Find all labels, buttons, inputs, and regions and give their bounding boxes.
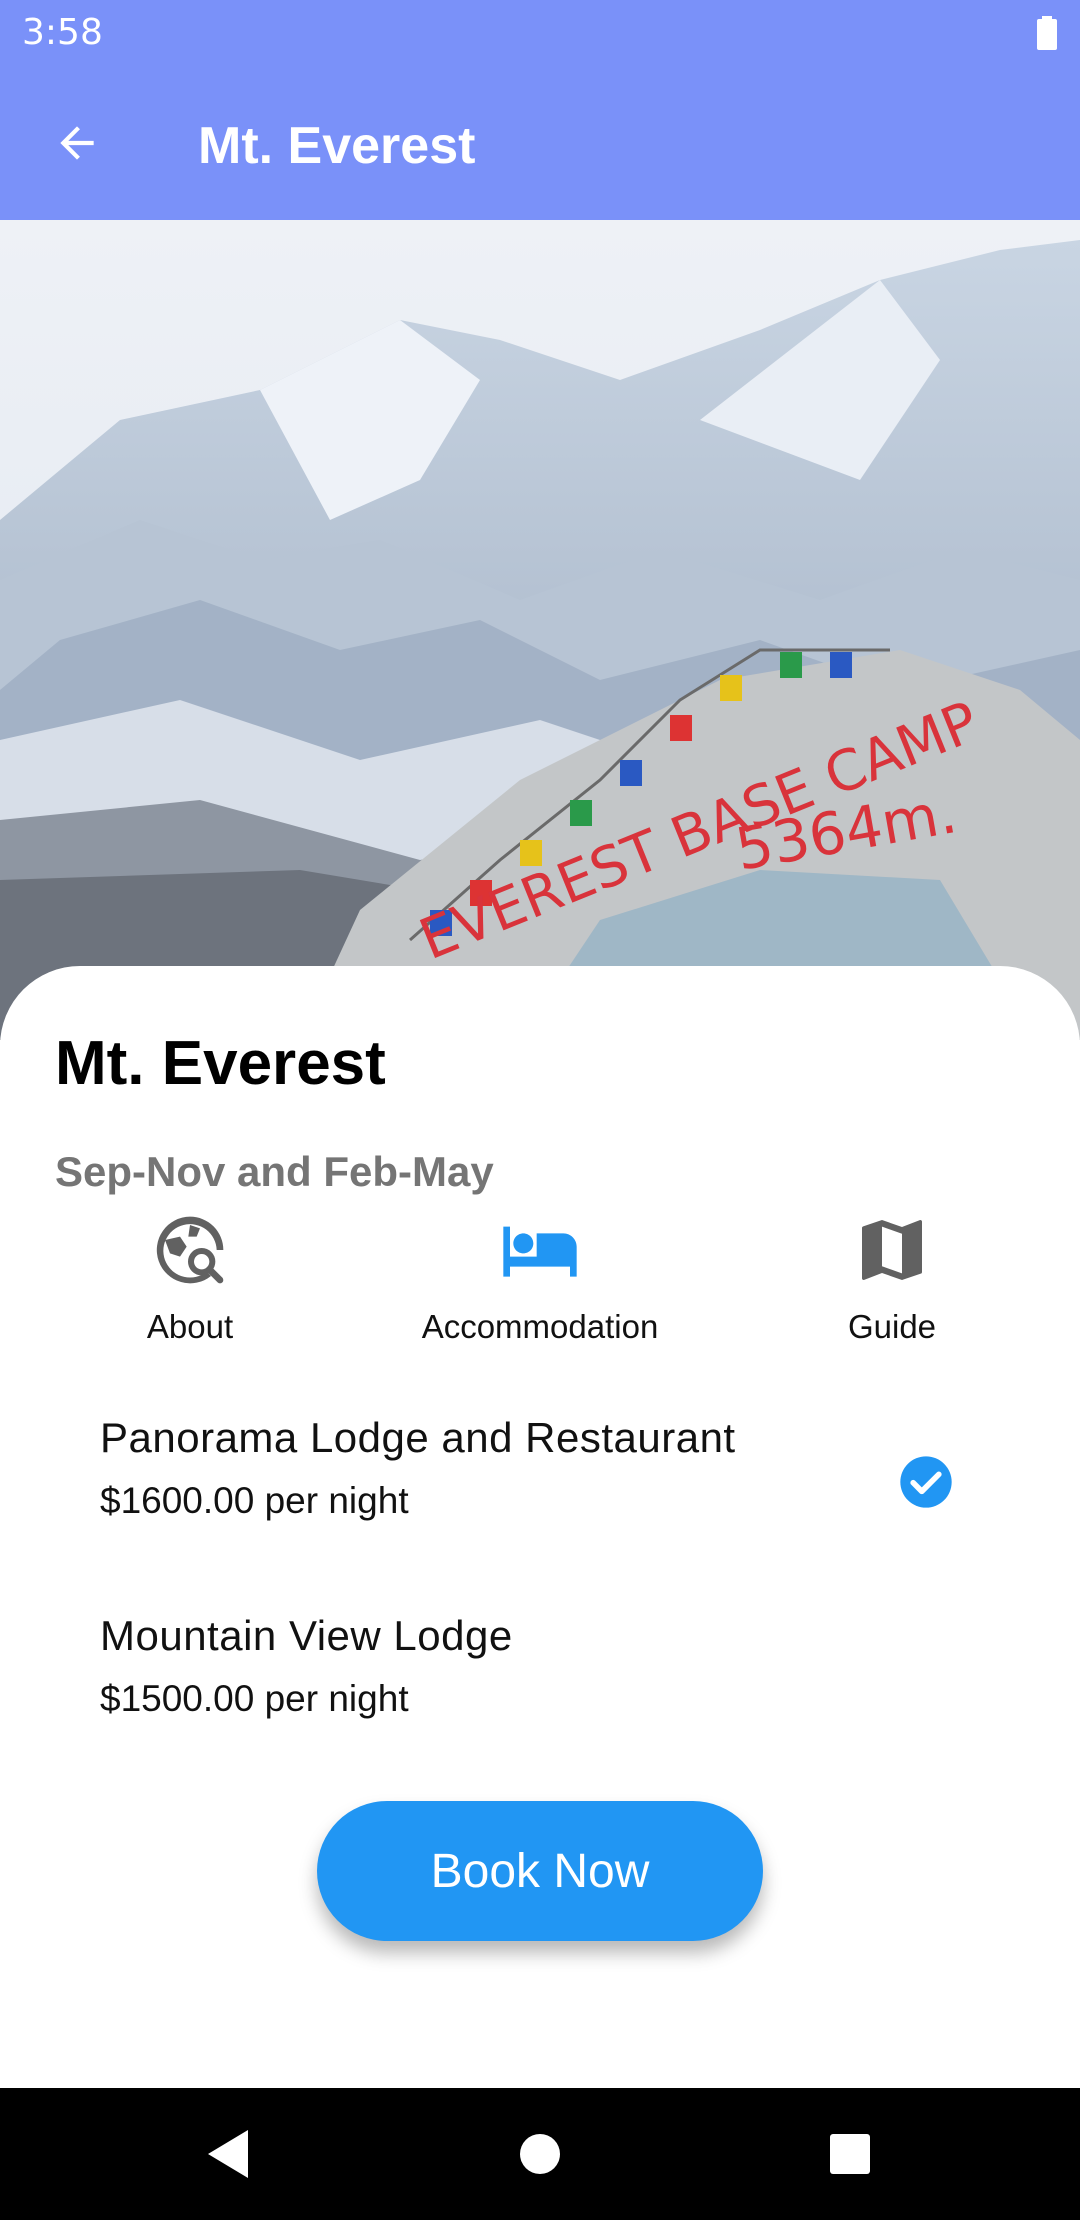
battery-full-icon — [1037, 16, 1057, 50]
season-text: Sep-Nov and Feb-May — [55, 1148, 494, 1195]
nav-home-button[interactable] — [508, 2122, 572, 2186]
nav-home-icon — [520, 2134, 560, 2174]
back-button[interactable] — [36, 102, 118, 184]
app-bar: Mt. Everest — [0, 66, 1080, 220]
tab-accommodation-label: Accommodation — [421, 1308, 659, 1345]
check-circle-icon — [900, 1456, 952, 1508]
lodge-price: $1500.00 per night — [100, 1678, 409, 1719]
lodge-item[interactable]: Mountain View Lodge $1500.00 per night — [0, 1596, 1080, 1766]
status-time: 3:58 — [22, 12, 103, 53]
hero-image: EVEREST BASE CAMP 5364m. — [0, 220, 1080, 1040]
tab-accommodation[interactable]: Accommodation — [360, 1206, 720, 1346]
nav-recents-button[interactable] — [818, 2122, 882, 2186]
map-icon — [862, 1220, 922, 1280]
tab-about[interactable]: About — [10, 1206, 370, 1346]
lodge-price: $1600.00 per night — [100, 1480, 409, 1521]
app-bar-title: Mt. Everest — [198, 117, 476, 175]
tab-about-label: About — [146, 1308, 234, 1345]
travel-explore-icon — [156, 1216, 224, 1284]
nav-recents-icon — [830, 2134, 870, 2174]
nav-back-icon — [208, 2130, 248, 2178]
nav-back-button[interactable] — [196, 2122, 260, 2186]
system-nav-bar — [0, 2088, 1080, 2220]
arrow-left-icon — [60, 126, 94, 160]
place-name: Mt. Everest — [55, 1029, 386, 1098]
book-now-button[interactable]: Book Now — [317, 1801, 763, 1941]
status-bar: 3:58 — [0, 0, 1080, 66]
lodge-name: Panorama Lodge and Restaurant — [100, 1414, 736, 1461]
bed-icon — [503, 1226, 577, 1277]
lodge-item[interactable]: Panorama Lodge and Restaurant $1600.00 p… — [0, 1398, 1080, 1568]
tab-bar: About Accommodation Guide — [0, 1206, 1080, 1346]
lodge-name: Mountain View Lodge — [100, 1612, 513, 1659]
tab-guide[interactable]: Guide — [712, 1206, 1072, 1346]
details-card: Mt. Everest Sep-Nov and Feb-May About Ac… — [0, 966, 1080, 2088]
tab-guide-label: Guide — [847, 1308, 937, 1345]
